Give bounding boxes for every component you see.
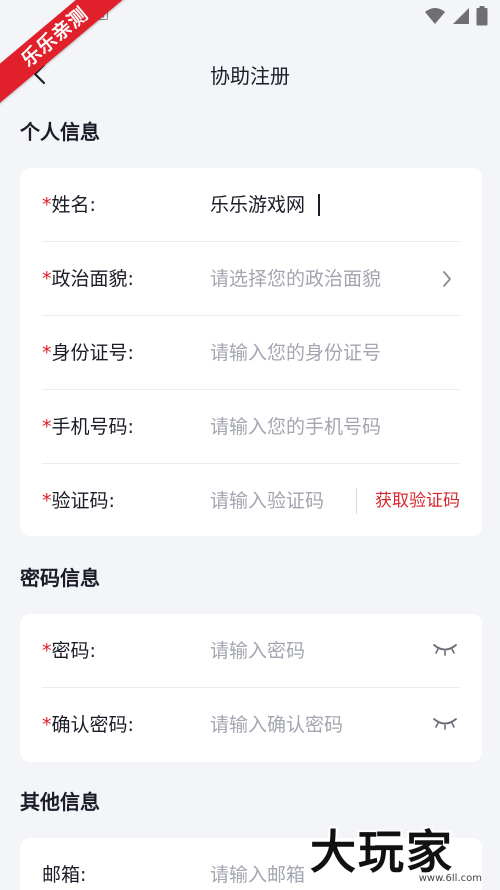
politics-row[interactable]: *政治面貌: xyxy=(42,242,460,316)
nav-bar: 协助注册 xyxy=(0,50,500,98)
battery-icon xyxy=(476,6,488,26)
name-label: *姓名: xyxy=(42,194,96,216)
personal-info-card: *姓名: 乐乐游戏网 *政治面貌: *身份证号: *手机号码: *验证码: 获取… xyxy=(20,168,482,536)
password-info-card: *密码: *确认密码: xyxy=(20,614,482,762)
name-row: *姓名: 乐乐游戏网 xyxy=(42,168,460,242)
code-input[interactable] xyxy=(210,484,350,518)
code-label: *验证码: xyxy=(42,490,115,512)
section-title-personal: 个人信息 xyxy=(20,120,100,144)
watermark-url: www.6ll.com xyxy=(418,873,482,884)
phone-input[interactable] xyxy=(210,410,450,444)
confirm-password-label: *确认密码: xyxy=(42,714,134,736)
eye-closed-icon[interactable] xyxy=(432,716,458,730)
idcard-input[interactable] xyxy=(210,336,450,370)
idcard-label: *身份证号: xyxy=(42,342,134,364)
password-input[interactable] xyxy=(210,634,430,668)
politics-select[interactable] xyxy=(210,262,440,296)
chevron-right-icon[interactable] xyxy=(442,270,452,288)
get-code-button[interactable]: 获取验证码 xyxy=(375,464,460,538)
phone-label: *手机号码: xyxy=(42,416,134,438)
text-cursor xyxy=(318,194,320,216)
password-row: *密码: xyxy=(42,614,460,688)
section-title-other: 其他信息 xyxy=(20,790,100,814)
name-input[interactable]: 乐乐游戏网 xyxy=(210,188,430,222)
politics-label: *政治面貌: xyxy=(42,268,134,290)
section-title-password: 密码信息 xyxy=(20,566,100,590)
page-title: 协助注册 xyxy=(210,64,290,88)
signal-icon xyxy=(453,8,469,24)
confirm-password-input[interactable] xyxy=(210,708,430,742)
password-label: *密码: xyxy=(42,640,96,662)
site-watermark: 大玩家 www.6ll.com xyxy=(308,816,488,886)
code-row: *验证码: 获取验证码 xyxy=(42,464,460,538)
confirm-password-row: *确认密码: xyxy=(42,688,460,762)
wifi-icon xyxy=(425,8,445,24)
phone-row: *手机号码: xyxy=(42,390,460,464)
code-divider xyxy=(356,488,357,514)
eye-closed-icon[interactable] xyxy=(432,642,458,656)
email-label: 邮箱: xyxy=(42,864,87,886)
idcard-row: *身份证号: xyxy=(42,316,460,390)
